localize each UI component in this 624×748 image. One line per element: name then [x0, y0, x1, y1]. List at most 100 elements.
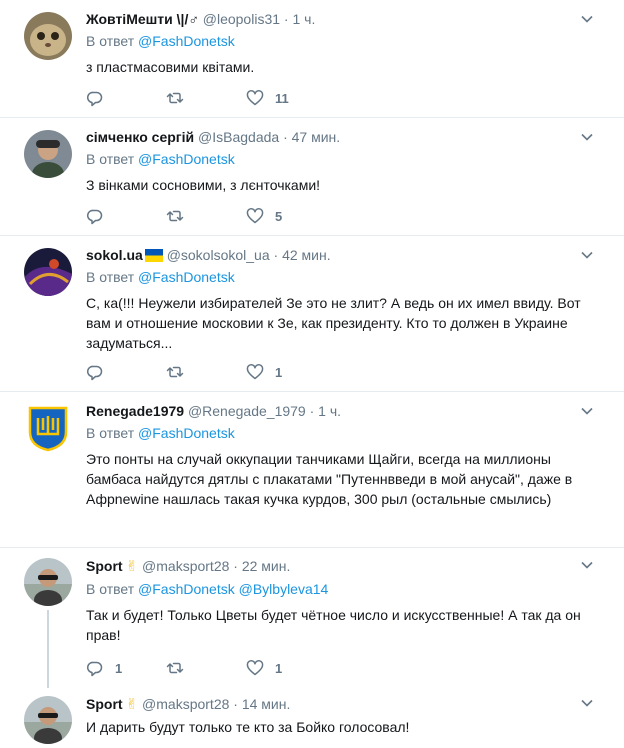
- retweet-icon: [166, 92, 184, 104]
- avatar[interactable]: [24, 12, 72, 60]
- tweet-header: Sport ✌ @maksport28 · 14 мин.: [86, 695, 584, 714]
- reply-icon: [86, 91, 103, 107]
- reply-prefix: В ответ: [86, 151, 135, 167]
- like-count: 5: [275, 208, 283, 224]
- peace-hand-icon: ✌: [125, 558, 139, 575]
- tweet[interactable]: сімченко сергій @IsBagdada · 47 мин. В о…: [0, 118, 624, 236]
- separator-dot: ·: [283, 11, 289, 27]
- mention-link[interactable]: @Bylbyleva14: [239, 581, 329, 597]
- username[interactable]: @Renegade_1979: [188, 403, 306, 419]
- avatar[interactable]: [24, 404, 72, 452]
- retweet-icon: [166, 210, 184, 222]
- display-name[interactable]: Sport: [86, 558, 123, 574]
- thread-connector: [47, 610, 49, 688]
- reply-button[interactable]: [86, 362, 115, 382]
- tweet[interactable]: Sport ✌ @maksport28 · 14 мин. И дарить бу…: [0, 688, 624, 748]
- tweet-text: Это понты на случай оккупации танчиками …: [86, 451, 573, 507]
- retweet-button[interactable]: [166, 362, 184, 382]
- separator-dot: ·: [309, 403, 315, 419]
- like-count: 11: [275, 90, 289, 106]
- like-button[interactable]: 1: [246, 362, 282, 382]
- separator-dot: ·: [233, 696, 238, 712]
- reply-context: В ответ @FashDonetsk: [86, 424, 584, 442]
- mention-link[interactable]: @FashDonetsk: [138, 269, 235, 285]
- tweet-header: ЖовтіМешти \|/♂ @leopolis31 · 1 ч.: [86, 10, 584, 28]
- retweet-button[interactable]: [166, 88, 184, 108]
- display-name[interactable]: Renegade1979: [86, 403, 184, 419]
- peace-hand-icon: ✌: [125, 696, 139, 713]
- tweet-header: Sport ✌ @maksport28 · 22 мин.: [86, 557, 584, 576]
- caret-down-icon[interactable]: [580, 696, 594, 710]
- avatar[interactable]: [24, 130, 72, 178]
- reply-context: В ответ @FashDonetsk: [86, 32, 584, 50]
- timestamp[interactable]: 14 мин.: [242, 696, 291, 712]
- timestamp[interactable]: 22 мин.: [242, 558, 291, 574]
- reply-button[interactable]: [86, 88, 115, 108]
- reply-icon: [86, 661, 103, 677]
- tweet[interactable]: ЖовтіМешти \|/♂ @leopolis31 · 1 ч. В отв…: [0, 0, 624, 118]
- username[interactable]: @maksport28: [142, 696, 229, 712]
- caret-down-icon[interactable]: [580, 248, 594, 262]
- caret-down-icon[interactable]: [580, 130, 594, 144]
- tweet-header: сімченко сергій @IsBagdada · 47 мин.: [86, 128, 584, 146]
- reply-count: 1: [115, 660, 123, 676]
- timestamp[interactable]: 1 ч.: [292, 11, 315, 27]
- username[interactable]: @sokolsokol_ua: [167, 247, 270, 263]
- reply-prefix: В ответ: [86, 581, 135, 597]
- tweet-header: Renegade1979 @Renegade_1979 · 1 ч.: [86, 402, 584, 420]
- reply-prefix: В ответ: [86, 33, 135, 49]
- like-icon: [246, 660, 264, 676]
- display-name[interactable]: Sport: [86, 696, 123, 712]
- tweet[interactable]: Sport ✌ @maksport28 · 22 мин. В ответ @Fa…: [0, 548, 624, 688]
- tweet-text: З вінками сосновими, з лєнточками!: [86, 177, 321, 193]
- reply-prefix: В ответ: [86, 425, 135, 441]
- timestamp[interactable]: 1 ч.: [318, 403, 341, 419]
- mention-link[interactable]: @FashDonetsk: [138, 151, 235, 167]
- mention-link[interactable]: @FashDonetsk: [138, 425, 235, 441]
- avatar[interactable]: [24, 558, 72, 606]
- separator-dot: ·: [273, 247, 279, 263]
- like-icon: [246, 208, 264, 224]
- tweet-text: з пластмасовими квітами.: [86, 59, 255, 75]
- reply-context: В ответ @FashDonetsk: [86, 150, 584, 168]
- tweet[interactable]: sokol.ua @sokolsokol_ua · 42 мин. В отве…: [0, 236, 624, 392]
- tweet-text: С, ка(!!! Неужели избирателей Зе это не …: [86, 295, 581, 351]
- username[interactable]: @leopolis31: [203, 11, 280, 27]
- mention-link[interactable]: @FashDonetsk: [138, 33, 235, 49]
- caret-down-icon[interactable]: [580, 558, 594, 572]
- retweet-icon: [166, 662, 184, 674]
- display-name[interactable]: sokol.ua: [86, 247, 143, 263]
- display-name[interactable]: ЖовтіМешти \|/♂: [86, 11, 199, 27]
- caret-down-icon[interactable]: [580, 404, 594, 418]
- retweet-icon: [166, 366, 184, 378]
- like-icon: [246, 364, 264, 380]
- display-name[interactable]: сімченко сергій: [86, 129, 194, 145]
- reply-context: В ответ @FashDonetsk @Bylbyleva14: [86, 580, 584, 598]
- username[interactable]: @maksport28: [142, 558, 229, 574]
- timestamp[interactable]: 47 мин.: [292, 129, 341, 145]
- separator-dot: ·: [283, 129, 288, 145]
- tweet[interactable]: Renegade1979 @Renegade_1979 · 1 ч. В отв…: [0, 392, 624, 548]
- retweet-button[interactable]: [166, 658, 184, 678]
- reply-button[interactable]: [86, 206, 115, 226]
- tweet-header: sokol.ua @sokolsokol_ua · 42 мин.: [86, 246, 584, 264]
- reply-context: В ответ @FashDonetsk: [86, 268, 584, 286]
- username[interactable]: @IsBagdada: [198, 129, 279, 145]
- like-count: 1: [275, 364, 283, 380]
- ukraine-flag-icon: [144, 249, 163, 262]
- tweet-text: И дарить будут только те кто за Бойко го…: [86, 719, 410, 735]
- tweet-text: Так и будет! Только Цветы будет чётное ч…: [86, 607, 581, 643]
- retweet-button[interactable]: [166, 206, 184, 226]
- mention-link[interactable]: @FashDonetsk: [138, 581, 235, 597]
- timestamp[interactable]: 42 мин.: [282, 247, 331, 263]
- like-button[interactable]: 1: [246, 658, 282, 678]
- avatar[interactable]: [24, 248, 72, 296]
- avatar[interactable]: [24, 696, 72, 744]
- separator-dot: ·: [233, 558, 238, 574]
- like-button[interactable]: 11: [246, 88, 289, 108]
- reply-icon: [86, 209, 103, 225]
- reply-icon: [86, 365, 103, 381]
- like-button[interactable]: 5: [246, 206, 282, 226]
- caret-down-icon[interactable]: [580, 12, 594, 26]
- reply-button[interactable]: 1: [86, 658, 122, 678]
